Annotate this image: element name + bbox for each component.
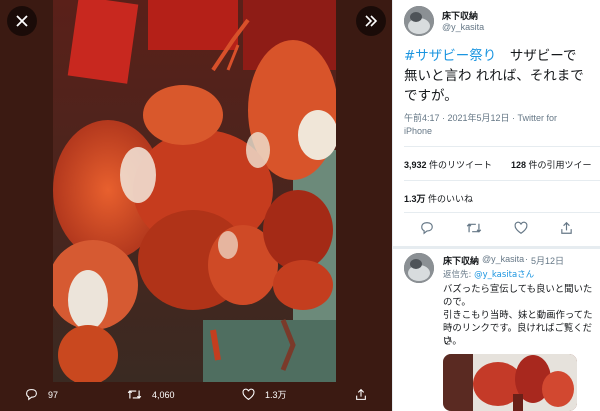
media-action-bar: 97 4,060 1.3万 [0,382,392,411]
media-reply-count: 97 [48,389,59,400]
reply-author-name[interactable]: 床下収納 [443,254,479,267]
media-like-count: 1.3万 [265,390,287,400]
media-like-button[interactable]: 1.3万 [242,388,287,401]
retweet-icon [466,223,482,233]
share-button[interactable] [560,220,573,239]
reply-line-2: ので。 [443,297,471,308]
reply-to-line: 返信先: @y_kasitaさん [443,268,534,280]
likes-count: 1.3万 [404,194,426,204]
tweet-text-line3: ですが。 [404,88,458,104]
like-button[interactable] [514,220,528,239]
tweet-detail-pane: 床下収納 @y_kasita #サザビー祭り サザビーで 無いと言わ れれば、そ… [392,0,600,411]
reply-icon [421,222,433,235]
likes-stat[interactable]: 1.3万 件のいいね [404,192,473,205]
retweets-count: 3,932 [404,160,427,170]
reply-line-3: 引きこもり当時、妹と動画作ってた [443,310,593,321]
divider [404,180,600,181]
reply-button[interactable] [420,220,434,239]
quotes-count: 128 [511,160,527,170]
tweet-action-bar [393,220,600,238]
reply-to-handle[interactable]: @y_kasitaさん [474,270,534,280]
retweets-stat[interactable]: 3,932 件のリツイート [404,158,492,171]
divider [404,146,600,147]
author-handle[interactable]: @y_kasita [442,22,484,32]
tweet-meta-line2: iPhone [404,126,433,136]
reply-line-1: バズったら宣伝しても良いと聞いた [443,284,593,295]
reply-author-handle[interactable]: @y_kasita [482,254,524,264]
reply-date[interactable]: 5月12日 [531,254,564,267]
retweets-label: 件のリツイート [429,160,493,170]
quotes-stat[interactable]: 128 件の引用ツイー [511,158,592,171]
tweet-timestamp[interactable]: 午前4:17 · 2021年5月12日 · Twitter for iPhone [404,112,594,138]
quotes-label: 件の引用ツイー [528,160,592,170]
tweet-text-line1: サザビーで [509,48,577,64]
reply-line-5: い。 [443,336,462,347]
heart-icon [514,221,528,234]
retweet-icon [127,390,142,399]
media-retweet-count: 4,060 [152,389,175,400]
likes-label: 件のいいね [428,194,474,204]
media-retweet-button[interactable]: 4,060 [127,388,175,401]
chevron-double-right-icon [365,15,378,27]
reply-media-thumbnail[interactable] [443,354,577,411]
reply-to-label: 返信先: [443,270,472,280]
author-name[interactable]: 床下収納 [442,9,478,22]
section-separator [393,246,600,249]
reply-author-avatar[interactable] [404,253,434,283]
tweet-text-line2: 無いと言わ れれば、それまで [404,68,584,84]
reply-icon [26,389,37,401]
hashtag-link[interactable]: #サザビー祭り [404,48,496,64]
tweet-meta-line1: 午前4:17 · 2021年5月12日 · Twitter for [404,113,558,123]
reply-separator: · [525,254,528,264]
share-icon [356,388,366,400]
close-button[interactable] [7,6,37,36]
retweet-button[interactable] [466,220,482,239]
expand-panel-button[interactable] [356,6,386,36]
media-viewer: 97 4,060 1.3万 [0,0,392,411]
tweet-text: #サザビー祭り サザビーで 無いと言わ れれば、それまで ですが。 [404,46,600,106]
share-icon [561,221,572,234]
author-avatar[interactable] [404,6,434,36]
close-icon [16,15,28,27]
tweet-photo[interactable] [53,0,336,382]
media-reply-button[interactable]: 97 [25,388,58,401]
heart-icon [242,388,255,401]
media-share-button[interactable] [355,388,367,401]
divider [404,212,600,213]
